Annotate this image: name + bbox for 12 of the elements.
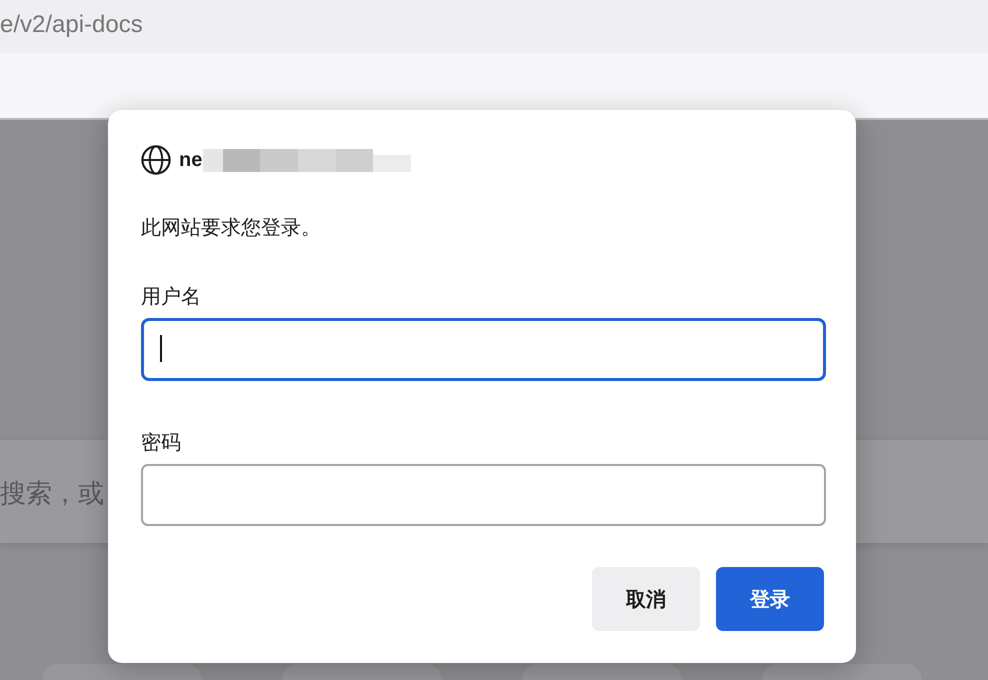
text-cursor-icon [160,335,162,362]
search-field[interactable]: 搜索，或 [0,476,106,512]
dialog-button[interactable]: 取消 [592,567,700,631]
input-field[interactable] [141,318,826,381]
globe-icon [141,145,171,175]
field-label: 密码 [141,431,181,455]
dialog-message: 此网站要求您登录。 [141,216,321,240]
address-bar[interactable]: e/v2/api-docs [0,0,988,53]
input-field[interactable] [141,464,826,526]
dialog-button[interactable]: 登录 [716,567,824,631]
field-label: 用户名 [141,285,201,309]
site-name: ne [179,148,202,172]
